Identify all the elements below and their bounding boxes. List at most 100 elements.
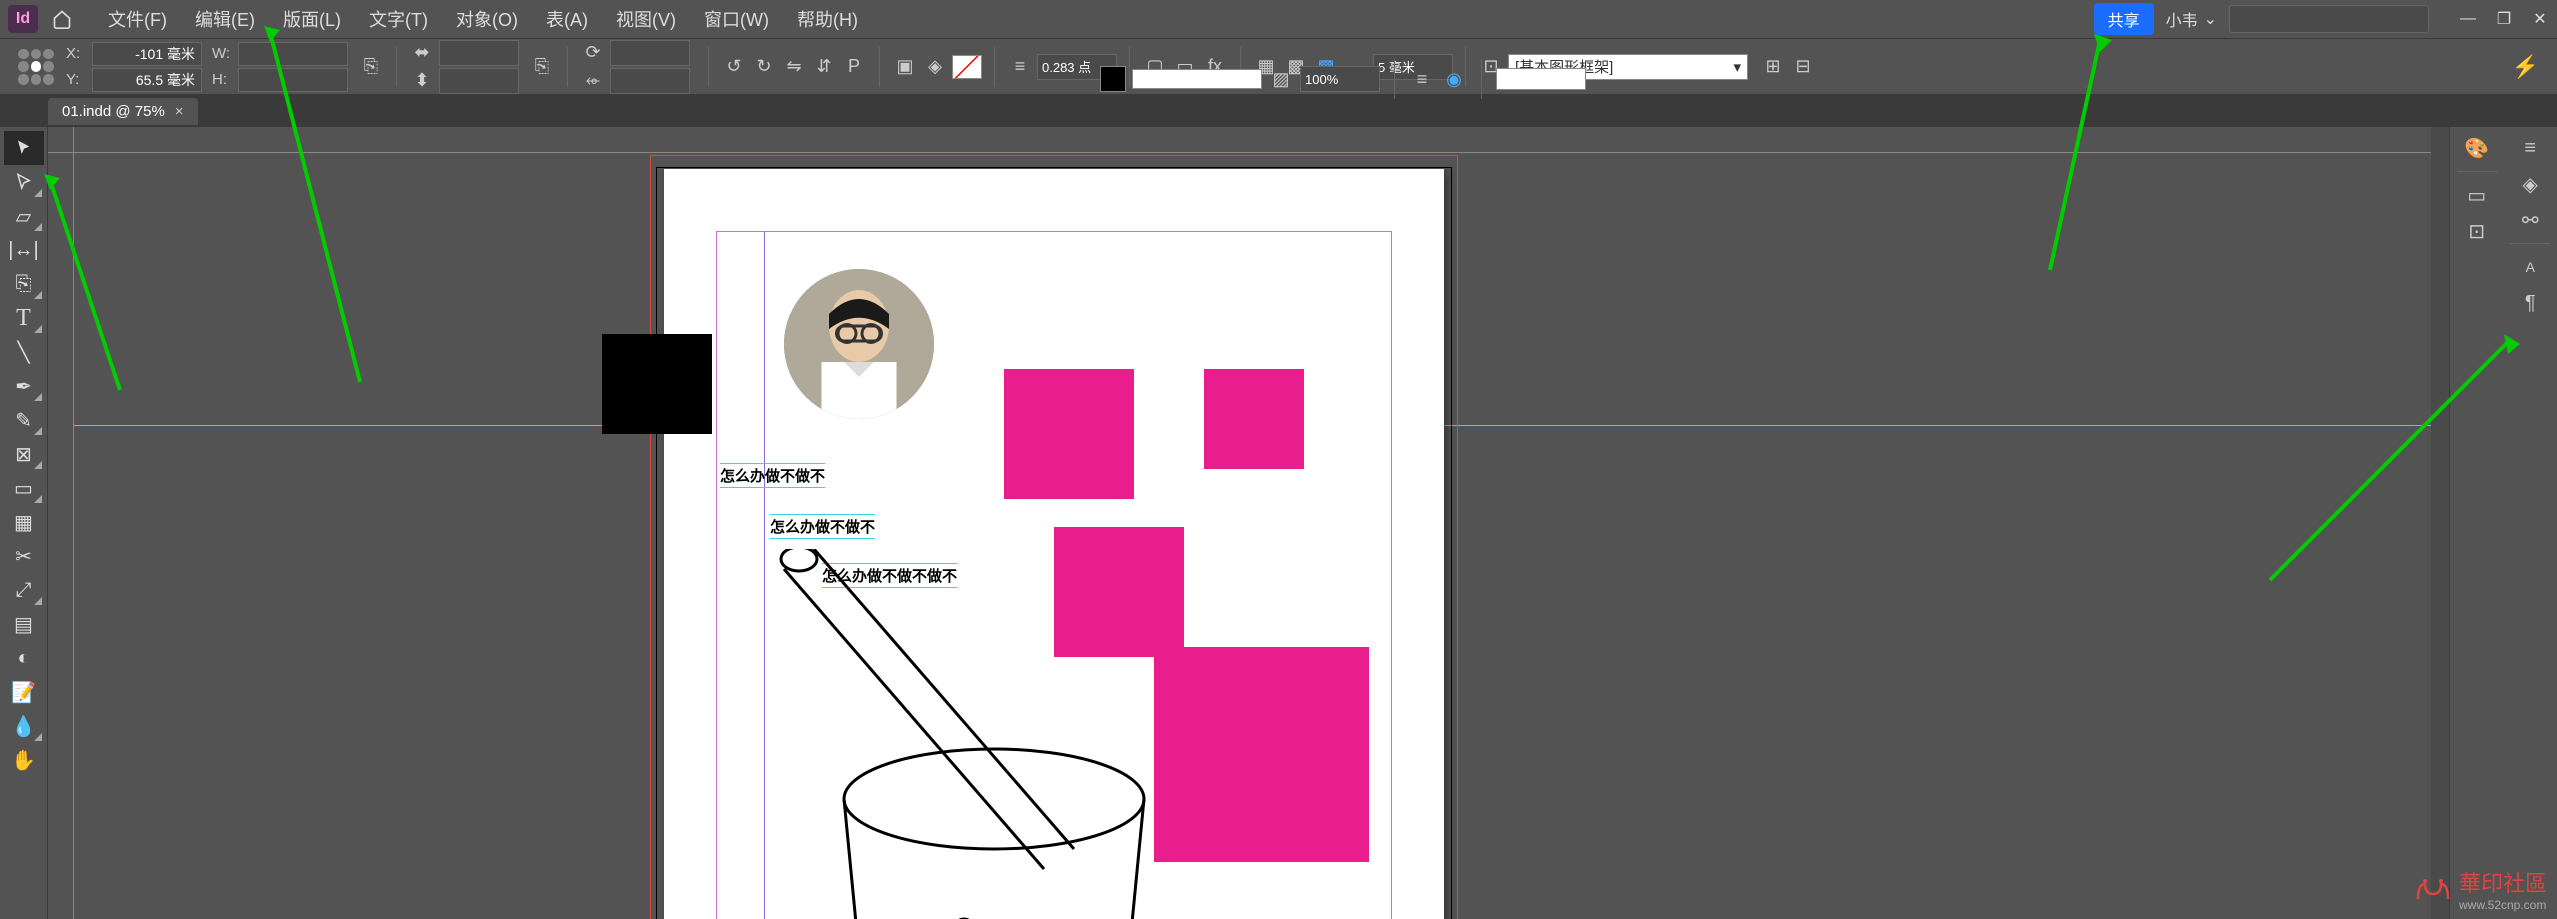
opacity-input[interactable]: [1300, 66, 1380, 92]
gradient-feather-tool[interactable]: ◐: [4, 641, 44, 675]
rotate-ccw-icon[interactable]: ↺: [721, 54, 747, 80]
profile-p-icon[interactable]: P: [841, 54, 867, 80]
free-transform-tool[interactable]: ⤢: [4, 573, 44, 607]
horizontal-ruler[interactable]: [74, 127, 2431, 153]
menu-file[interactable]: 文件(F): [94, 6, 181, 32]
w-input[interactable]: [238, 42, 348, 66]
stroke-style-bar[interactable]: [1132, 69, 1262, 89]
pink-rect-2[interactable]: [1204, 369, 1304, 469]
vertical-ruler[interactable]: [48, 153, 74, 919]
distribute-icon[interactable]: ◉: [1441, 66, 1467, 92]
pink-rect-1[interactable]: [1004, 369, 1134, 499]
caption-1[interactable]: 怎么办做不做不: [720, 463, 825, 488]
canvas-area[interactable]: ? 怎: [48, 127, 2431, 919]
grid-tool[interactable]: ▦: [4, 505, 44, 539]
links-panel-icon[interactable]: ⚯: [2510, 203, 2550, 237]
scissors-tool[interactable]: ✂: [4, 539, 44, 573]
scale-y-input[interactable]: [439, 68, 519, 94]
menu-table[interactable]: 表(A): [532, 6, 602, 32]
menu-type[interactable]: 文字(T): [355, 6, 442, 32]
type-tool[interactable]: T: [4, 301, 44, 335]
h-label: H:: [212, 71, 234, 88]
ruler-origin[interactable]: [48, 127, 74, 153]
gpu-icon[interactable]: ⚡: [2512, 54, 2539, 80]
pink-rect-4[interactable]: [1154, 647, 1369, 862]
scale-x-icon[interactable]: ⬌: [409, 40, 435, 66]
menu-help[interactable]: 帮助(H): [783, 6, 872, 32]
flip-v-icon[interactable]: ⇵: [811, 54, 837, 80]
eyedropper-tool[interactable]: 💧: [4, 709, 44, 743]
watermark-url: www.52cnp.com: [2459, 898, 2547, 912]
menu-view[interactable]: 视图(V): [602, 6, 690, 32]
page-tool[interactable]: ▱: [4, 199, 44, 233]
y-input[interactable]: [92, 68, 202, 92]
content-collector-tool[interactable]: ⎘: [4, 267, 44, 301]
tab-title: 01.indd @ 75%: [62, 103, 165, 120]
x-input[interactable]: [92, 42, 202, 66]
scale-y-icon[interactable]: ⬍: [409, 68, 435, 94]
rectangle-frame-tool[interactable]: ⊠: [4, 437, 44, 471]
rotate-input[interactable]: [610, 40, 690, 66]
character-panel-icon[interactable]: A: [2510, 250, 2550, 284]
hand-tool[interactable]: ✋: [4, 743, 44, 777]
right-panel-dock: 🎨 ▭ ⊡ ≡ ◈ ⚯ A ¶: [2449, 127, 2557, 919]
menu-window[interactable]: 窗口(W): [690, 6, 783, 32]
pencil-tool[interactable]: ✎: [4, 403, 44, 437]
line-tool[interactable]: ╲: [4, 335, 44, 369]
vertical-scrollbar[interactable]: [2431, 127, 2449, 919]
page[interactable]: ? 怎: [664, 169, 1444, 919]
link-scale-icon[interactable]: ⎘: [529, 54, 555, 80]
cup-illustration[interactable]: [764, 549, 1184, 919]
caption-2[interactable]: 怎么办做不做不: [770, 514, 875, 539]
layers-panel-icon[interactable]: ◈: [2510, 167, 2550, 201]
direct-selection-tool[interactable]: [4, 165, 44, 199]
arrange-icon[interactable]: ⊞: [1760, 54, 1786, 80]
note-tool[interactable]: 📝: [4, 675, 44, 709]
shear-input[interactable]: [610, 68, 690, 94]
menu-edit[interactable]: 编辑(E): [181, 6, 269, 32]
maximize-button[interactable]: ❐: [2495, 10, 2513, 28]
stroke-panel-icon[interactable]: ▭: [2457, 178, 2497, 212]
opacity-icon: ▨: [1268, 66, 1294, 92]
h-input[interactable]: [238, 68, 348, 92]
reference-point[interactable]: [18, 49, 54, 85]
pasteboard[interactable]: ? 怎: [74, 153, 2431, 919]
black-rectangle[interactable]: [602, 334, 712, 434]
rectangle-tool[interactable]: ▭: [4, 471, 44, 505]
paragraph-panel-icon[interactable]: ¶: [2510, 286, 2550, 320]
minimize-button[interactable]: —: [2459, 10, 2477, 28]
gap-tool[interactable]: |↔|: [4, 233, 44, 267]
scale-x-input[interactable]: [439, 40, 519, 66]
watermark: 華印社區 www.52cnp.com: [2413, 866, 2547, 912]
object-states-icon[interactable]: ⊡: [2457, 214, 2497, 248]
home-icon[interactable]: [50, 7, 74, 31]
menu-bar: Id 文件(F) 编辑(E) 版面(L) 文字(T) 对象(O) 表(A) 视图…: [0, 0, 2557, 38]
profile-photo[interactable]: ?: [784, 269, 934, 419]
gradient-swatch-tool[interactable]: ▤: [4, 607, 44, 641]
rotate-icon[interactable]: ⟳: [580, 40, 606, 66]
align-panel-icon[interactable]: ≡: [1409, 66, 1435, 92]
align-icon[interactable]: ⊟: [1790, 54, 1816, 80]
selection-tool[interactable]: [4, 131, 44, 165]
search-input[interactable]: [2229, 5, 2429, 33]
swatch-preview[interactable]: [1496, 68, 1586, 90]
fill-swatch[interactable]: [952, 55, 982, 79]
shear-icon[interactable]: ⬰: [580, 68, 606, 94]
menu-object[interactable]: 对象(O): [442, 6, 532, 32]
constrain-icon[interactable]: ⎘: [358, 54, 384, 80]
menu-layout[interactable]: 版面(L): [269, 6, 355, 32]
tab-close-icon[interactable]: ×: [175, 103, 184, 120]
app-logo[interactable]: Id: [8, 5, 38, 33]
select-content-icon[interactable]: ◈: [922, 54, 948, 80]
document-tab[interactable]: 01.indd @ 75% ×: [48, 98, 198, 125]
pen-tool[interactable]: ✒: [4, 369, 44, 403]
flip-h-icon[interactable]: ⇋: [781, 54, 807, 80]
color-panel-icon[interactable]: 🎨: [2457, 131, 2497, 165]
user-menu[interactable]: 小韦 ⌄: [2166, 7, 2217, 31]
properties-panel-icon[interactable]: ≡: [2510, 131, 2550, 165]
rotate-cw-icon[interactable]: ↻: [751, 54, 777, 80]
close-button[interactable]: ✕: [2531, 10, 2549, 28]
share-button[interactable]: 共享: [2094, 3, 2154, 35]
select-container-icon[interactable]: ▣: [892, 54, 918, 80]
fill-black-swatch[interactable]: [1100, 66, 1126, 92]
